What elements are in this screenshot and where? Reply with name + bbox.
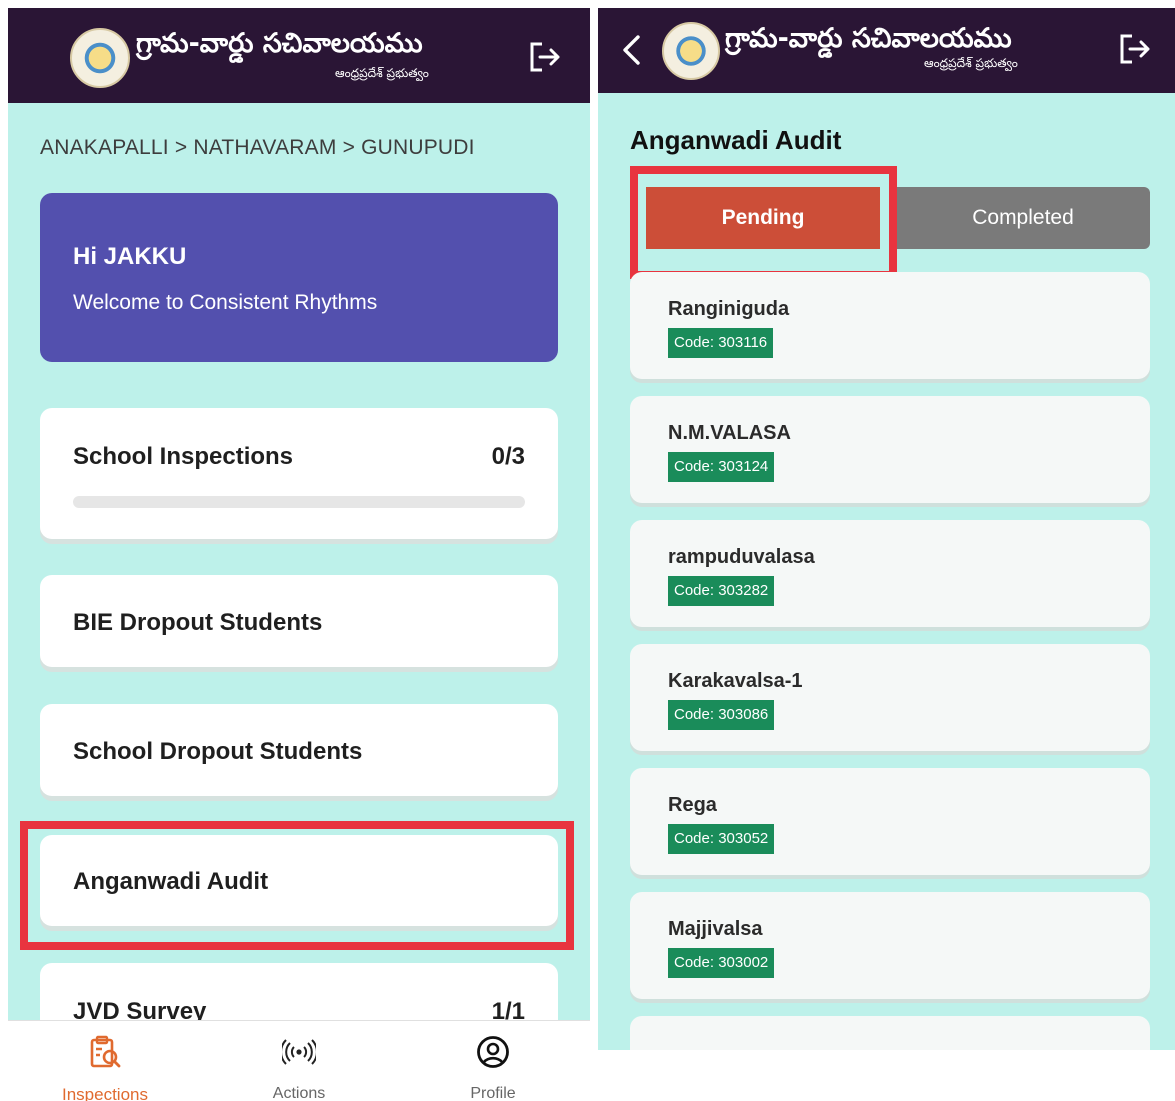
back-arrow-icon[interactable] [618,33,644,67]
anganwadi-center-card[interactable]: Majjivalsa Code: 303002 [630,892,1150,999]
welcome-card: Hi JAKKU Welcome to Consistent Rhythms [40,193,558,362]
anganwadi-center-card[interactable]: Ranginiguda Code: 303116 [630,272,1150,379]
center-name: Rega [668,794,717,816]
tab-completed[interactable]: Completed [896,187,1150,249]
app-subtitle: ఆంధ్రప్రదేశ్ ప్రభుత్వం [924,56,1018,70]
inspections-icon [90,1035,121,1068]
nav-label: Inspections [62,1085,148,1101]
menu-card-label: School Inspections [73,443,294,470]
center-code-badge: Code: 303116 [668,328,774,358]
anganwadi-center-card[interactable]: Rega Code: 303052 [630,768,1150,875]
menu-card-count: 0/3 [491,443,525,470]
center-code-badge: Code: 303052 [668,824,775,854]
app-title: గ్రామ-వార్డు సచివాలయము [136,28,423,59]
center-code-badge: Code: 303002 [668,948,775,978]
anganwadi-audit-screen: గ్రామ-వార్డు సచివాలయము ఆంధ్రప్రదేశ్ ప్రభ… [598,8,1175,1050]
nav-inspections[interactable]: Inspections [45,1021,165,1101]
app-header: గ్రామ-వార్డు సచివాలయము ఆంధ్రప్రదేశ్ ప్రభ… [8,8,590,103]
state-emblem-logo [70,28,130,88]
center-name: Majjivalsa [668,918,763,940]
center-name: Ranginiguda [668,298,790,320]
anganwadi-center-card[interactable] [630,1016,1150,1050]
logout-icon[interactable] [1118,33,1152,65]
highlight-box [20,821,574,950]
highlight-box [630,166,897,279]
greeting-text: Hi JAKKU [73,243,187,270]
center-code-badge: Code: 303086 [668,700,775,730]
nav-label: Actions [272,1085,326,1101]
menu-card-label: BIE Dropout Students [73,609,323,636]
breadcrumb: ANAKAPALLI > NATHAVARAM > GUNUPUDI [40,136,475,159]
center-name: Karakavalsa-1 [668,670,803,692]
center-name: rampuduvalasa [668,546,815,568]
anganwadi-center-card[interactable]: Karakavalsa-1 Code: 303086 [630,644,1150,751]
page-title: Anganwadi Audit [630,125,842,155]
broadcast-icon [282,1039,316,1065]
bottom-navigation: Inspections Actions Profile [8,1020,590,1101]
center-code-badge: Code: 303282 [668,576,775,606]
center-name: N.M.VALASA [668,422,791,444]
app-header: గ్రామ-వార్డు సచివాలయము ఆంధ్రప్రదేశ్ ప్రభ… [598,8,1175,93]
profile-icon [477,1036,509,1068]
state-emblem-logo [662,22,720,80]
anganwadi-center-card[interactable]: rampuduvalasa Code: 303282 [630,520,1150,627]
nav-profile[interactable]: Profile [433,1021,553,1101]
menu-card-bie-dropout[interactable]: BIE Dropout Students [40,575,558,667]
home-screen: గ్రామ-వార్డు సచివాలయము ఆంధ్రప్రదేశ్ ప్రభ… [8,8,590,1101]
anganwadi-center-card[interactable]: N.M.VALASA Code: 303124 [630,396,1150,503]
welcome-message: Welcome to Consistent Rhythms [73,291,378,314]
logout-icon[interactable] [528,41,562,73]
progress-bar [73,496,525,508]
center-code-badge: Code: 303124 [668,452,775,482]
menu-card-school-inspections[interactable]: School Inspections 0/3 [40,408,558,539]
menu-card-school-dropout[interactable]: School Dropout Students [40,704,558,796]
menu-card-label: School Dropout Students [73,738,363,765]
app-subtitle: ఆంధ్రప్రదేశ్ ప్రభుత్వం [335,66,429,80]
nav-label: Profile [470,1085,516,1101]
nav-actions[interactable]: Actions [239,1021,359,1101]
